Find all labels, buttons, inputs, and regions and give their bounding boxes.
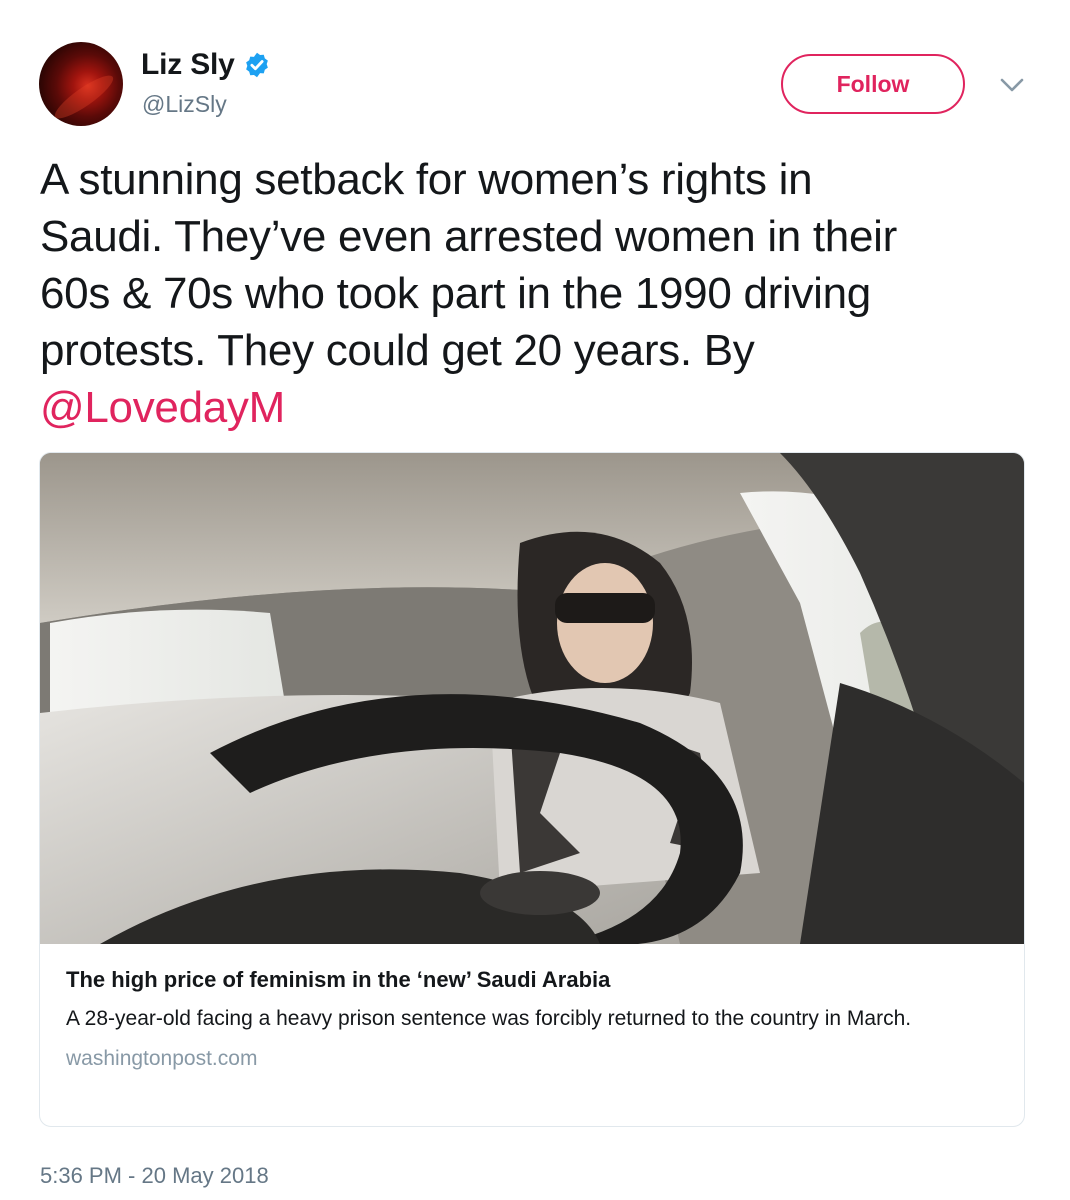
card-title[interactable]: The high price of feminism in the ‘new’ … (66, 965, 1006, 995)
card-description: A 28-year-old facing a heavy prison sent… (66, 1007, 912, 1030)
author-name-row: Liz Sly (141, 48, 271, 82)
mention-link[interactable]: @LovedayM (40, 379, 1040, 436)
avatar[interactable] (39, 42, 123, 126)
tweet-timestamp[interactable]: 5:36 PM - 20 May 2018 (40, 1163, 269, 1189)
verified-badge-icon (245, 52, 268, 78)
card-domain: washingtonpost.com (66, 1047, 258, 1070)
author-handle[interactable]: @LizSly (142, 91, 227, 118)
tweet-text-line: Saudi. They’ve even arrested women in th… (40, 212, 897, 261)
card-image (40, 453, 1024, 944)
tweet-text-line: protests. They could get 20 years. By (40, 326, 755, 375)
tweet-text-line: A stunning setback for women’s rights in (40, 155, 813, 204)
link-card[interactable]: The high price of feminism in the ‘new’ … (39, 452, 1025, 1127)
tweet-text: A stunning setback for women’s rights in… (40, 151, 1040, 436)
avatar-image-detail (50, 69, 118, 125)
author-name[interactable]: Liz Sly (141, 48, 235, 82)
follow-button[interactable]: Follow (781, 54, 965, 114)
card-body: The high price of feminism in the ‘new’ … (66, 965, 1006, 1071)
chevron-down-icon[interactable] (999, 76, 1025, 94)
tweet-text-line: 60s & 70s who took part in the 1990 driv… (40, 269, 871, 318)
